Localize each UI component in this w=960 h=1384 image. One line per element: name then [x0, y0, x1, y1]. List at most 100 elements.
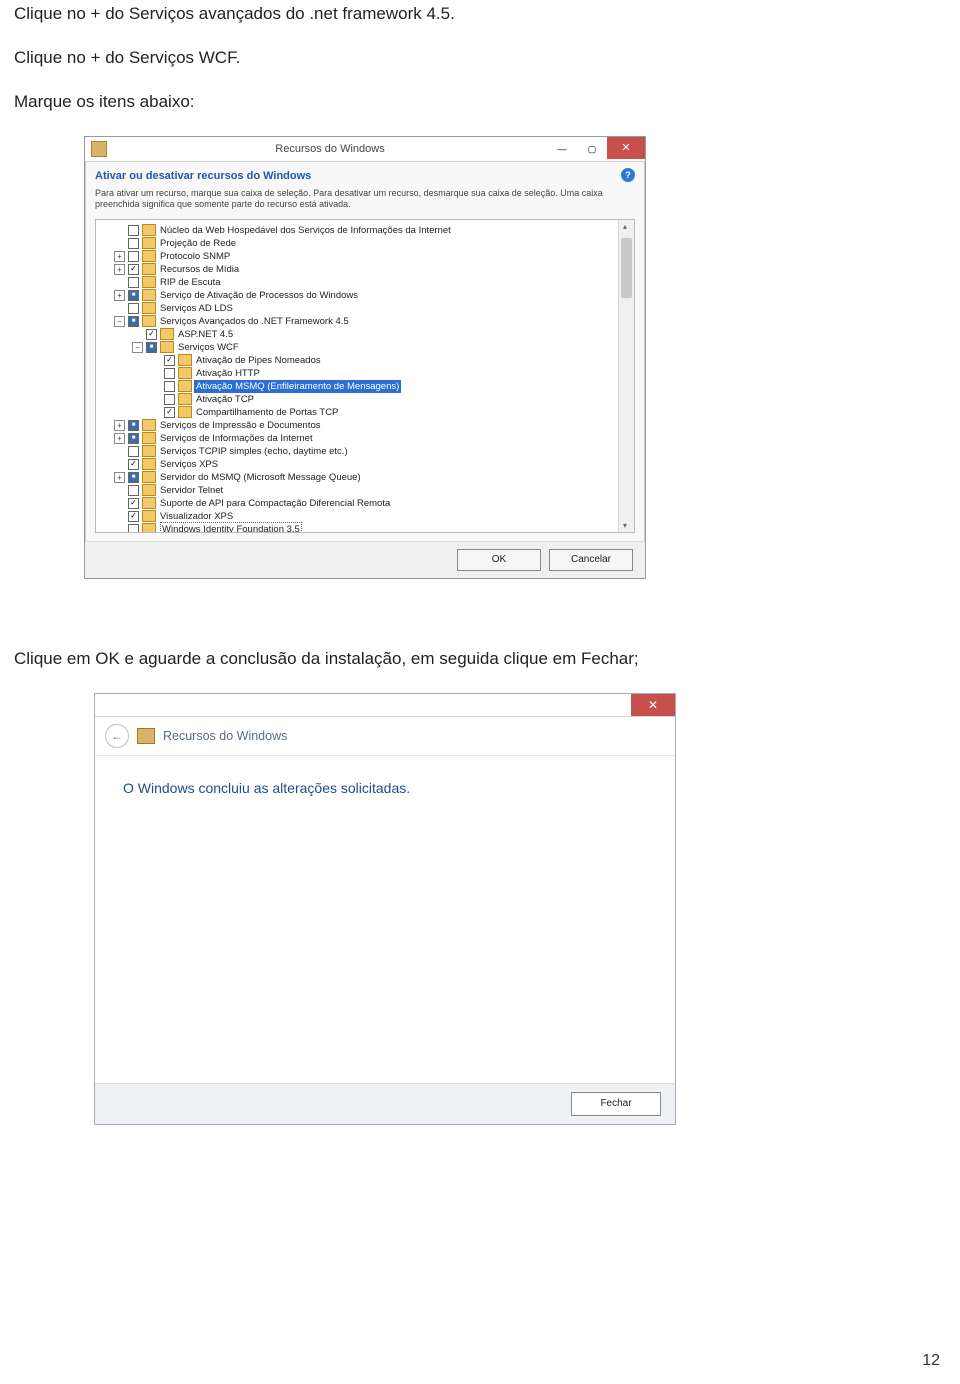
tree-item[interactable]: Ativação TCP — [100, 393, 634, 406]
expander-placeholder — [150, 355, 161, 366]
tree-item[interactable]: Serviços XPS — [100, 458, 634, 471]
tree-item[interactable]: Serviços TCPIP simples (echo, daytime et… — [100, 445, 634, 458]
tree-item-label: Serviço de Ativação de Processos do Wind… — [160, 289, 358, 302]
help-icon[interactable]: ? — [621, 168, 635, 182]
folder-icon — [178, 393, 192, 405]
back-icon[interactable]: ← — [105, 724, 129, 748]
checkbox[interactable] — [164, 368, 175, 379]
expand-icon[interactable]: + — [114, 251, 125, 262]
tree-item[interactable]: Serviços AD LDS — [100, 302, 634, 315]
tree-item[interactable]: −Serviços Avançados do .NET Framework 4.… — [100, 315, 634, 328]
ok-button[interactable]: OK — [457, 549, 541, 571]
scrollbar[interactable] — [618, 220, 634, 532]
checkbox[interactable] — [146, 342, 157, 353]
completion-message: O Windows concluiu as alterações solicit… — [95, 756, 675, 820]
checkbox[interactable] — [128, 433, 139, 444]
checkbox[interactable] — [128, 264, 139, 275]
expander-placeholder — [114, 303, 125, 314]
checkbox[interactable] — [128, 316, 139, 327]
tree-item[interactable]: Ativação de Pipes Nomeados — [100, 354, 634, 367]
expander-placeholder — [114, 459, 125, 470]
checkbox[interactable] — [146, 329, 157, 340]
expand-icon[interactable]: + — [114, 290, 125, 301]
cancel-button[interactable]: Cancelar — [549, 549, 633, 571]
tree-item[interactable]: Windows Identity Foundation 3.5 — [100, 523, 634, 533]
checkbox[interactable] — [164, 381, 175, 392]
close-button[interactable] — [631, 694, 675, 716]
tree-item[interactable]: ASP.NET 4.5 — [100, 328, 634, 341]
tree-item[interactable]: Ativação HTTP — [100, 367, 634, 380]
checkbox[interactable] — [128, 446, 139, 457]
checkbox[interactable] — [128, 420, 139, 431]
tree-item[interactable]: Núcleo da Web Hospedável dos Serviços de… — [100, 224, 634, 237]
tree-item[interactable]: +Serviços de Informações da Internet — [100, 432, 634, 445]
collapse-icon[interactable]: − — [132, 342, 143, 353]
tree-item[interactable]: Ativação MSMQ (Enfileiramento de Mensage… — [100, 380, 634, 393]
close-button[interactable] — [607, 137, 645, 159]
checkbox[interactable] — [128, 524, 139, 533]
expand-icon[interactable]: + — [114, 420, 125, 431]
tree-item[interactable]: Servidor Telnet — [100, 484, 634, 497]
completion-title-text: Recursos do Windows — [163, 729, 287, 743]
checkbox[interactable] — [128, 498, 139, 509]
tree-item[interactable]: +Servidor do MSMQ (Microsoft Message Que… — [100, 471, 634, 484]
checkbox[interactable] — [164, 355, 175, 366]
folder-icon — [142, 250, 156, 262]
tree-item[interactable]: Compartilhamento de Portas TCP — [100, 406, 634, 419]
dialog-description: Para ativar um recurso, marque sua caixa… — [85, 186, 645, 219]
checkbox[interactable] — [128, 238, 139, 249]
tree-item[interactable]: Suporte de API para Compactação Diferenc… — [100, 497, 634, 510]
folder-icon — [142, 484, 156, 496]
folder-icon — [178, 380, 192, 392]
expand-icon[interactable]: + — [114, 264, 125, 275]
tree-item-label: Windows Identity Foundation 3.5 — [160, 522, 302, 533]
minimize-button[interactable] — [547, 140, 577, 158]
checkbox[interactable] — [128, 511, 139, 522]
checkbox[interactable] — [128, 277, 139, 288]
tree-item[interactable]: + Protocolo SNMP — [100, 250, 634, 263]
folder-icon — [142, 471, 156, 483]
folder-icon — [178, 406, 192, 418]
folder-icon — [142, 432, 156, 444]
expand-icon[interactable]: + — [114, 433, 125, 444]
completion-titlebar — [95, 694, 675, 717]
checkbox[interactable] — [128, 225, 139, 236]
tree-item[interactable]: Projeção de Rede — [100, 237, 634, 250]
expander-placeholder — [132, 329, 143, 340]
close-dialog-button[interactable]: Fechar — [571, 1092, 661, 1116]
tree-item[interactable]: +Serviços de Impressão e Documentos — [100, 419, 634, 432]
checkbox[interactable] — [128, 303, 139, 314]
collapse-icon[interactable]: − — [114, 316, 125, 327]
scrollbar-thumb[interactable] — [621, 238, 632, 298]
tree-item[interactable]: − Serviços WCF — [100, 341, 634, 354]
maximize-button[interactable] — [577, 140, 607, 158]
tree-item-label: Protocolo SNMP — [160, 250, 230, 263]
checkbox[interactable] — [128, 290, 139, 301]
checkbox[interactable] — [164, 394, 175, 405]
expander-placeholder — [114, 446, 125, 457]
tree-item[interactable]: RIP de Escuta — [100, 276, 634, 289]
checkbox[interactable] — [128, 472, 139, 483]
folder-icon — [160, 328, 174, 340]
folder-icon — [142, 458, 156, 470]
folder-icon — [178, 354, 192, 366]
tree-item-label: Projeção de Rede — [160, 237, 236, 250]
checkbox[interactable] — [128, 459, 139, 470]
tree-item-label: Ativação MSMQ (Enfileiramento de Mensage… — [194, 380, 401, 393]
expand-icon[interactable]: + — [114, 472, 125, 483]
feature-tree: Núcleo da Web Hospedável dos Serviços de… — [95, 219, 635, 533]
folder-icon — [142, 224, 156, 236]
folder-icon — [142, 510, 156, 522]
folder-icon — [142, 276, 156, 288]
instruction-1: Clique no + do Serviços avançados do .ne… — [14, 4, 944, 24]
tree-item[interactable]: + Serviço de Ativação de Processos do Win… — [100, 289, 634, 302]
checkbox[interactable] — [164, 407, 175, 418]
checkbox[interactable] — [128, 251, 139, 262]
instruction-2: Clique no + do Serviços WCF. — [14, 48, 944, 68]
checkbox[interactable] — [128, 485, 139, 496]
instruction-3: Marque os itens abaixo: — [14, 92, 944, 112]
folder-icon — [142, 445, 156, 457]
folder-icon — [160, 341, 174, 353]
tree-item[interactable]: +Recursos de Mídia — [100, 263, 634, 276]
tree-item-label: Serviços WCF — [178, 341, 239, 354]
